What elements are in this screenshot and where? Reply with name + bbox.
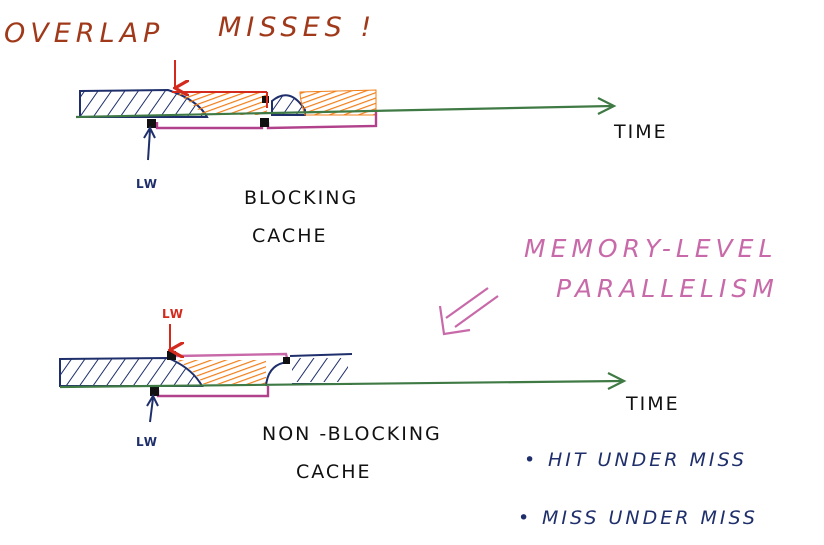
title-misses: MISSES ! bbox=[218, 12, 376, 43]
diagram-canvas: OVERLAP MISSES ! TIME LW BLOCKING CACHE bbox=[4, 12, 779, 529]
nonblocking-time-label: TIME bbox=[625, 393, 680, 415]
bullet-text: MISS UNDER MISS bbox=[542, 507, 758, 529]
blocking-lw-arrow bbox=[147, 129, 151, 161]
nonblocking-lw-top-label: LW bbox=[162, 307, 184, 321]
blocking-caption-line2: CACHE bbox=[252, 225, 328, 247]
mlp-note: MEMORY-LEVEL PARALLELISM bbox=[438, 234, 779, 336]
nonblocking-marker-2 bbox=[150, 387, 159, 396]
nonblocking-resume-curve bbox=[265, 361, 289, 387]
bullet-item: • HIT UNDER MISS bbox=[524, 449, 747, 471]
bullet-marker: • bbox=[518, 507, 532, 529]
nonblocking-caption-line2: CACHE bbox=[296, 461, 372, 483]
nonblocking-marker-3 bbox=[283, 357, 290, 364]
blocking-lw-label: LW bbox=[136, 177, 158, 191]
blocking-time-label: TIME bbox=[613, 121, 668, 143]
title: OVERLAP MISSES ! bbox=[4, 12, 376, 49]
blocking-caption-line1: BLOCKING bbox=[244, 187, 358, 209]
nonblocking-caption-line1: NON -BLOCKING bbox=[262, 423, 442, 445]
nonblocking-hatched-fill-2 bbox=[292, 358, 348, 382]
mlp-pointer-arrow bbox=[438, 287, 499, 336]
blocking-marker-1 bbox=[147, 119, 156, 128]
mlp-line1: MEMORY-LEVEL bbox=[524, 234, 777, 263]
bullet-text: HIT UNDER MISS bbox=[548, 449, 747, 471]
nonblocking-marker-1 bbox=[167, 351, 176, 360]
bullet-list: • HIT UNDER MISS • MISS UNDER MISS bbox=[518, 449, 758, 529]
blocking-timeline: TIME LW BLOCKING CACHE bbox=[75, 60, 668, 247]
blocking-marker-2 bbox=[260, 118, 269, 127]
bullet-marker: • bbox=[524, 449, 538, 471]
nonblocking-lw-bottom-label: LW bbox=[136, 435, 158, 449]
bullet-item: • MISS UNDER MISS bbox=[518, 507, 758, 529]
title-overlap: OVERLAP bbox=[4, 18, 164, 49]
mlp-line2: PARALLELISM bbox=[556, 274, 779, 303]
nonblocking-memory-box-bottom bbox=[156, 386, 270, 398]
